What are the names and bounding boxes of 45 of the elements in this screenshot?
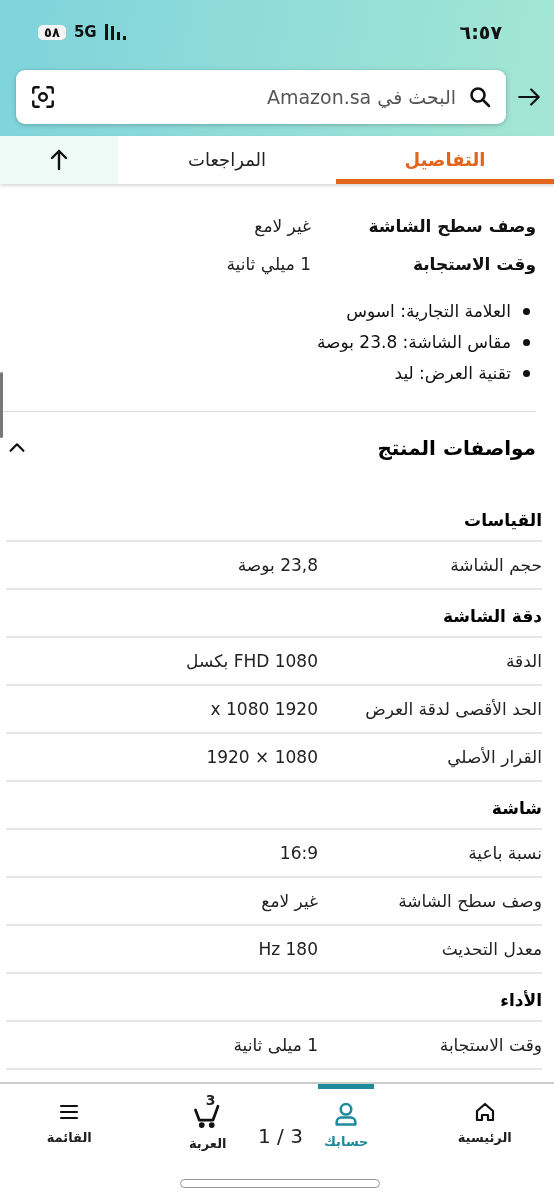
- section-title: مواصفات المنتج: [377, 436, 536, 460]
- feature-bullet: العلامة التجارية: اسوس: [346, 300, 511, 323]
- spec-group-title: الأداء: [6, 974, 542, 1022]
- detail-label: وصف سطح الشاشة: [367, 216, 536, 236]
- feature-bullet: مقاس الشاشة: 23.8 بوصة: [316, 331, 511, 354]
- bullet-dot-icon: [523, 370, 530, 377]
- spec-group-title: دقة الشاشة: [6, 590, 542, 638]
- spec-value: x 1080 1920: [210, 699, 318, 719]
- page-counter: 1 / 3: [258, 1124, 303, 1148]
- spec-group-title: القياسات: [6, 494, 542, 542]
- spec-value: 1 ميلى ثانية: [233, 1035, 318, 1055]
- cart-count: 3: [205, 1092, 216, 1108]
- spec-label: الدقة: [504, 650, 542, 673]
- spec-value: FHD 1080 بكسل: [186, 651, 318, 671]
- bullet-dot-icon: [523, 308, 530, 315]
- network-type: 5G: [73, 23, 97, 41]
- nav-item[interactable]: الرئيسية: [444, 1084, 525, 1145]
- detail-value: غير لامع: [254, 216, 311, 236]
- spec-value: 23,8 بوصة: [237, 555, 318, 575]
- search-icon: [468, 85, 492, 109]
- spec-label: الحد الأقصى لدقة العرض: [364, 698, 542, 721]
- battery-level: ٥٨: [38, 24, 66, 40]
- clock: ٦:٥٧: [459, 21, 502, 43]
- feature-bullet: تقنية العرض: ليد: [394, 362, 511, 385]
- spec-label: نسبة باعية: [467, 842, 542, 865]
- detail-label: وقت الاستجابة: [411, 254, 536, 274]
- nav-item[interactable]: القائمة: [29, 1084, 110, 1145]
- spec-value: Hz 180: [258, 939, 318, 959]
- nav-item[interactable]: حسابك: [318, 1084, 375, 1149]
- scroll-indicator: [0, 372, 3, 438]
- spec-value: 16:9: [279, 843, 318, 863]
- search-bar[interactable]: البحث في Amazon.sa: [16, 70, 506, 124]
- detail-value: 1 ميلي ثانية: [226, 254, 311, 274]
- spec-value: غير لامع: [261, 891, 318, 911]
- spec-label: القرار الأصلي: [446, 746, 542, 770]
- tab[interactable]: المراجعات: [118, 136, 336, 184]
- spec-value: 1080 × 1920: [206, 747, 318, 767]
- spec-label: وقت الاستجابة: [438, 1034, 542, 1057]
- spec-label: حجم الشاشة: [449, 554, 542, 577]
- bullet-dot-icon: [523, 339, 530, 346]
- signal-icon: [104, 24, 129, 40]
- spec-label: وصف سطح الشاشة: [397, 890, 542, 914]
- camera-scan-icon: [30, 84, 56, 110]
- spec-group-title: شاشة: [6, 782, 542, 830]
- spec-label: معدل التحديث: [440, 938, 542, 961]
